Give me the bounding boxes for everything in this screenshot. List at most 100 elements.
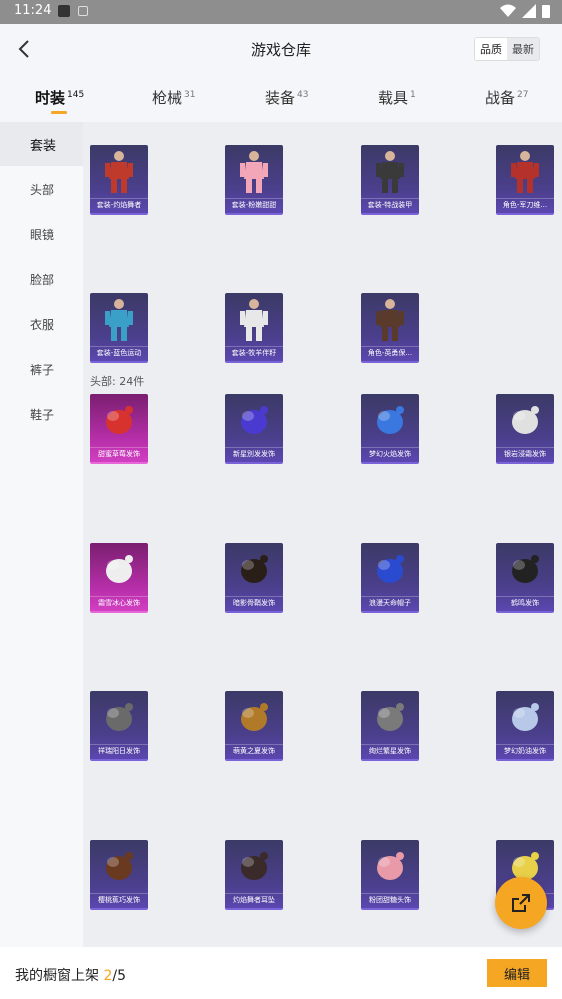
dark-braid-hair-icon [234,547,274,593]
status-icons [500,4,550,18]
grey-bun-hair-icon [99,695,139,741]
item-card[interactable]: 浪漫天命帽子 [361,543,419,613]
item-card[interactable]: 套装-牧羊伴籽 [225,293,283,363]
showcase-label: 我的橱窗上架 [15,968,99,984]
item-name: 浪漫天命帽子 [361,596,419,609]
sidebar-item-clothes[interactable]: 衣服 [0,302,83,346]
item-name: 梦幻火焰发饰 [361,447,419,460]
item-card[interactable]: 鹤鸣发饰 [496,543,554,613]
sidebar-item-face[interactable]: 脸部 [0,257,83,301]
showcase-total: 5 [117,968,127,984]
tab-guns[interactable]: 枪械 31 [152,87,195,108]
item-card[interactable]: 甜蜜草莓发饰 [90,394,148,464]
tab-count: 43 [297,90,309,100]
sidebar-item-set[interactable]: 套装 [0,122,83,166]
item-card[interactable]: 套装-粉嫩甜甜 [225,145,283,215]
item-card[interactable]: 套装-灼焰舞者 [90,145,148,215]
sort-toggle[interactable]: 品质 最新 [474,37,540,61]
item-name: 套装-粉嫩甜甜 [225,198,283,211]
item-name: 樱桃蕉巧发饰 [90,893,148,906]
sidebar-item-shoes[interactable]: 鞋子 [0,392,83,436]
item-name: 新星別发发饰 [225,447,283,460]
item-card[interactable]: 粉团甜糖头饰 [361,840,419,910]
item-name: 银岩浸霜发饰 [496,447,554,460]
item-card[interactable]: 梦幻火焰发饰 [361,394,419,464]
tab-vehicles[interactable]: 载具 1 [378,87,416,108]
notification-a-icon [78,6,88,16]
tab-equipment[interactable]: 装备 43 [265,87,308,108]
sort-quality-button[interactable]: 品质 [475,38,507,60]
tab-label: 载具 [378,89,409,107]
white-outfit-icon [234,297,274,343]
signal-icon [522,4,536,18]
item-card[interactable]: 霜雪冰心发饰 [90,543,148,613]
earring-icon [234,844,274,890]
item-card[interactable]: 暗影骨鞘发饰 [225,543,283,613]
bottom-bar: 我的橱窗上架 2/5 编辑 [0,947,562,999]
item-card[interactable]: 角色-军刀维... [496,145,554,215]
sidebar-item-pants[interactable]: 裤子 [0,347,83,391]
item-name: 梦幻奶油发饰 [496,744,554,757]
item-card[interactable]: 梦幻奶油发饰 [496,691,554,761]
red-dress-outfit-icon [99,149,139,195]
tab-count: 1 [410,90,416,100]
share-icon [512,894,530,912]
item-card[interactable]: 角色-英勇保... [361,293,419,363]
item-name: 萌黄之夏发饰 [225,744,283,757]
silver-hair-icon [505,398,545,444]
showcase-count: 我的橱窗上架 2/5 [15,965,126,985]
status-bar: 11:24 [0,0,562,24]
item-name: 套装-特战装甲 [361,198,419,211]
dark-character-icon [370,297,410,343]
sidebar-item-head[interactable]: 头部 [0,167,83,211]
edit-button[interactable]: 编辑 [487,959,547,987]
grey-curl-hair-icon [370,695,410,741]
item-card[interactable]: 套装-特战装甲 [361,145,419,215]
item-card[interactable]: 樱桃蕉巧发饰 [90,840,148,910]
item-name: 祥瑞阳日发饰 [90,744,148,757]
item-name: 鹤鸣发饰 [496,596,554,609]
item-grid: 头部: 24件 套装-灼焰舞者 套装-粉嫩甜甜 套装-特战装甲 角色-军刀维... 套装… [83,122,562,947]
notification-icon [58,5,70,17]
blue-clip-hair-icon [234,398,274,444]
item-name: 暗影骨鞘发饰 [225,596,283,609]
black-armor-outfit-icon [370,149,410,195]
item-card[interactable]: 祥瑞阳日发饰 [90,691,148,761]
item-name: 甜蜜草莓发饰 [90,447,148,460]
item-name: 套装-灼焰舞者 [90,198,148,211]
item-card[interactable]: 银岩浸霜发饰 [496,394,554,464]
pink-twin-outfit-icon [234,149,274,195]
status-time: 11:24 [14,3,52,18]
item-name: 套装-蓝色运动 [90,346,148,359]
tab-fashion[interactable]: 时装 145 [35,87,84,114]
blue-sport-outfit-icon [99,297,139,343]
item-name: 粉团甜糖头饰 [361,893,419,906]
item-card[interactable]: 灼焰舞者耳坠 [225,840,283,910]
item-card[interactable]: 绚烂繁星发饰 [361,691,419,761]
share-fab-button[interactable] [495,877,547,929]
white-bow-hair-icon [99,547,139,593]
item-card[interactable]: 新星別发发饰 [225,394,283,464]
item-name: 角色-英勇保... [361,346,419,359]
item-name: 角色-军刀维... [496,198,554,211]
sidebar-item-glasses[interactable]: 眼镜 [0,212,83,256]
tab-battle-prep[interactable]: 战备 27 [485,87,528,108]
wifi-icon [500,4,516,17]
pink-donut-hair-icon [370,844,410,890]
item-name: 霜雪冰心发饰 [90,596,148,609]
section-heading-head: 头部: 24件 [90,375,145,388]
cream-hair-icon [505,695,545,741]
golden-hair-icon [234,695,274,741]
tab-count: 27 [517,90,529,100]
brown-hair-icon [99,844,139,890]
blue-cap-hat-icon [370,547,410,593]
app-header: 游戏仓库 品质 最新 [0,24,562,76]
active-tab-indicator [51,111,67,114]
red-character-icon [505,149,545,195]
sort-newest-button[interactable]: 最新 [507,38,539,60]
item-card[interactable]: 套装-蓝色运动 [90,293,148,363]
tab-label: 时装 [35,89,66,107]
black-bun-hair-icon [505,547,545,593]
tab-label: 战备 [485,89,516,107]
item-card[interactable]: 萌黄之夏发饰 [225,691,283,761]
